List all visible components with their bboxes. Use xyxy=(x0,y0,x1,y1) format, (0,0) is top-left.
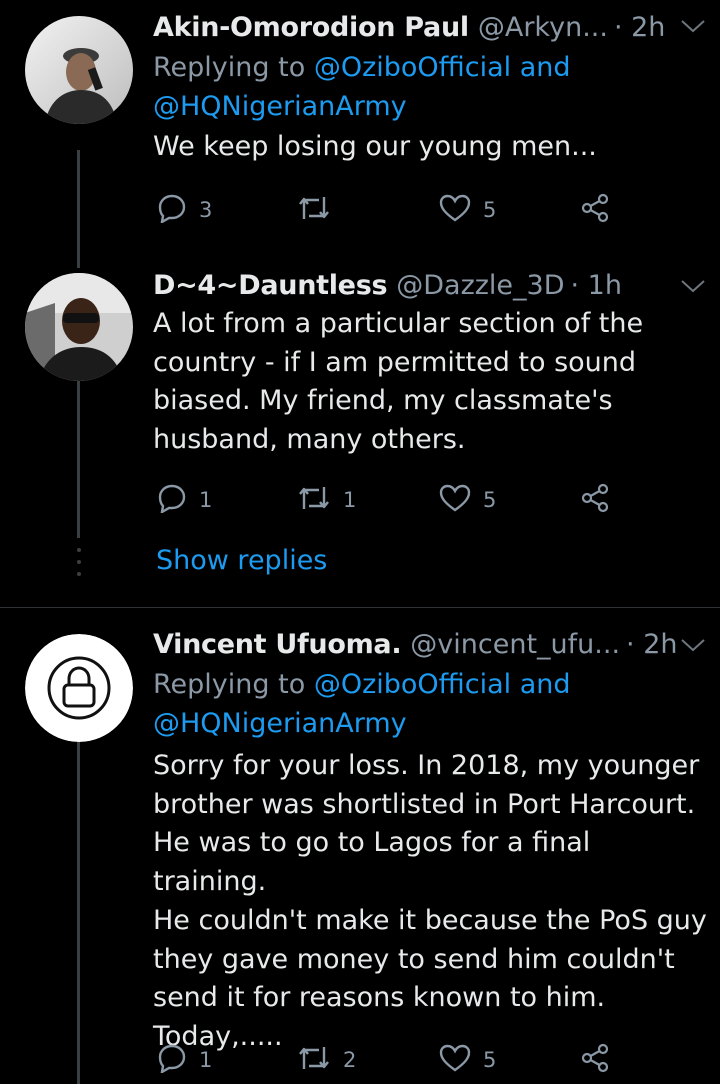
thread-line xyxy=(77,742,80,1084)
reply-count: 1 xyxy=(199,488,213,512)
user-handle[interactable]: @Arkyn... xyxy=(478,10,608,46)
chevron-down-icon[interactable] xyxy=(680,278,706,298)
chevron-down-icon[interactable] xyxy=(680,18,706,38)
thread-line xyxy=(77,150,80,268)
retweet-icon xyxy=(297,483,331,517)
tweet-text-line: Sorry for your loss. In 2018, my younger xyxy=(153,750,700,781)
reply-icon xyxy=(157,483,187,517)
mention-link[interactable]: @OziboOfficial and xyxy=(314,52,571,83)
reply-icon xyxy=(157,193,187,227)
replying-to-prefix: Replying to xyxy=(153,52,314,83)
tweet-text-line: He was to go to Lagos for a final traini… xyxy=(153,827,591,898)
timestamp[interactable]: · 2h xyxy=(614,10,665,46)
tweet[interactable]: D~4~Dauntless @Dazzle_3D · 1h A lot from… xyxy=(153,268,708,460)
reply-button[interactable]: 1 xyxy=(157,480,212,520)
display-name[interactable]: D~4~Dauntless xyxy=(153,268,388,304)
share-button[interactable] xyxy=(579,480,611,520)
like-icon xyxy=(439,483,471,517)
retweet-button[interactable] xyxy=(297,190,343,230)
action-bar: 1 1 5 xyxy=(153,480,613,520)
share-icon xyxy=(579,192,611,228)
display-name[interactable]: Vincent Ufuoma. xyxy=(153,627,402,663)
reply-button[interactable]: 1 xyxy=(157,1040,212,1080)
reply-count: 1 xyxy=(199,1048,213,1072)
avatar[interactable] xyxy=(25,634,133,742)
user-handle[interactable]: @Dazzle_3D xyxy=(396,268,564,304)
retweet-button[interactable]: 1 xyxy=(297,480,356,520)
like-count: 5 xyxy=(483,198,497,222)
mention-link[interactable]: @OziboOfficial and xyxy=(314,669,571,700)
user-handle[interactable]: @vincent_ufu... xyxy=(410,627,620,663)
mention-link[interactable]: @HQNigerianArmy xyxy=(153,91,407,122)
like-button[interactable]: 5 xyxy=(439,480,496,520)
like-count: 5 xyxy=(483,488,497,512)
like-icon xyxy=(439,193,471,227)
tweet-text: Sorry for your loss. In 2018, my younger… xyxy=(153,747,708,1057)
tweet-text: A lot from a particular section of the c… xyxy=(153,305,708,460)
display-name[interactable]: Akin-Omorodion Paul xyxy=(153,10,469,46)
action-bar: 1 2 5 xyxy=(153,1040,613,1080)
tweet[interactable]: Akin-Omorodion Paul @Arkyn... · 2h Reply… xyxy=(153,10,708,167)
show-replies-link[interactable]: Show replies xyxy=(156,545,327,576)
tweet-text-line: husband, many others. xyxy=(153,424,466,456)
retweet-count: 1 xyxy=(343,488,357,512)
mention-link[interactable]: @HQNigerianArmy xyxy=(153,708,407,739)
tweet-text: We keep losing our young men... xyxy=(153,131,597,162)
timestamp[interactable]: · 1h xyxy=(571,268,622,304)
like-button[interactable]: 5 xyxy=(439,1040,496,1080)
tweet-text-line: country - if I am permitted to sound xyxy=(153,346,637,378)
timestamp[interactable]: · 2h xyxy=(626,627,677,663)
avatar[interactable] xyxy=(25,16,133,124)
share-icon xyxy=(579,482,611,518)
chevron-down-icon[interactable] xyxy=(680,637,706,657)
tweet-text-line: brother was shortlisted in Port Harcourt… xyxy=(153,788,696,820)
share-icon xyxy=(579,1042,611,1078)
replying-to: Replying to @OziboOfficial and xyxy=(153,48,708,87)
replying-to: Replying to @OziboOfficial and xyxy=(153,665,708,704)
tweet-text-line: biased. My friend, my classmate's xyxy=(153,385,613,417)
retweet-icon xyxy=(297,1043,331,1077)
reply-count: 3 xyxy=(199,198,213,222)
tweet-text-line: He couldn't make it because the PoS guy xyxy=(153,904,707,936)
like-icon xyxy=(439,1043,471,1077)
like-count: 5 xyxy=(483,1048,497,1072)
thread-line xyxy=(77,362,80,538)
like-button[interactable]: 5 xyxy=(439,190,496,230)
retweet-count: 2 xyxy=(343,1048,357,1072)
retweet-icon xyxy=(297,193,331,227)
divider xyxy=(0,607,720,608)
avatar[interactable] xyxy=(25,273,133,381)
share-button[interactable] xyxy=(579,190,611,230)
reply-button[interactable]: 3 xyxy=(157,190,212,230)
reply-icon xyxy=(157,1043,187,1077)
action-bar: 3 5 xyxy=(153,190,613,230)
thread-more-dots xyxy=(74,548,83,576)
retweet-button[interactable]: 2 xyxy=(297,1040,356,1080)
tweet-text-line: A lot from a particular section of the xyxy=(153,308,644,339)
share-button[interactable] xyxy=(579,1040,611,1080)
tweet[interactable]: Vincent Ufuoma. @vincent_ufu... · 2h Rep… xyxy=(153,627,708,1057)
replying-to-prefix: Replying to xyxy=(153,669,314,700)
tweet-text-line: send it for reasons known to him. xyxy=(153,982,606,1014)
tweet-text-line: they gave money to send him couldn't xyxy=(153,943,675,975)
